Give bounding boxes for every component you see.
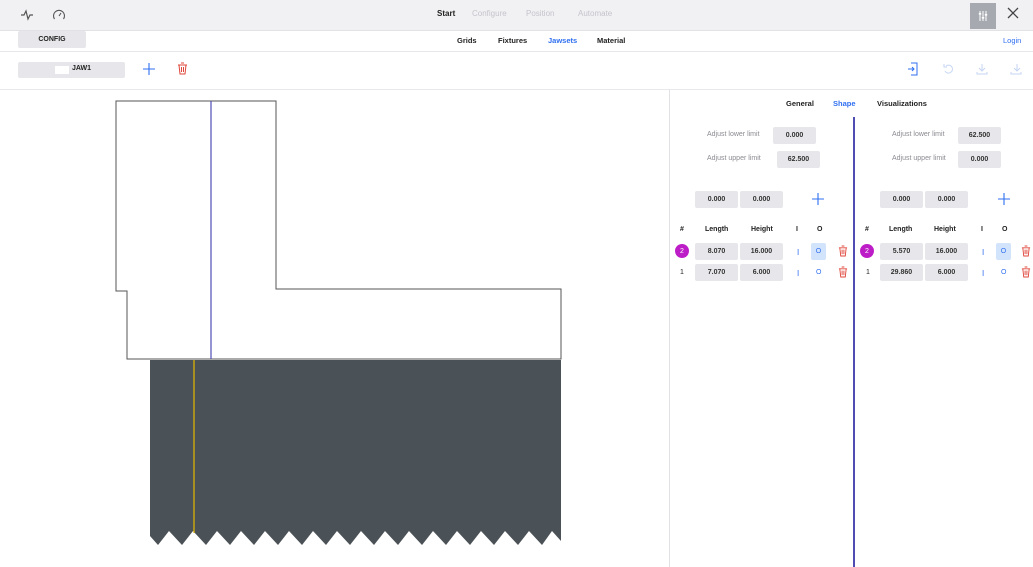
right-header-o: O [1002,226,1008,233]
jaw-name: JAW1 [72,65,92,72]
plus-icon [812,193,824,205]
left-header-height: Height [751,226,773,233]
left-row-index-badge[interactable]: 2 [675,244,689,258]
tab-shape[interactable]: Shape [833,99,856,108]
left-add-segment-button[interactable] [812,193,824,207]
left-header-index: # [680,226,684,233]
plus-icon [998,193,1010,205]
tab-grids[interactable]: Grids [457,36,477,45]
right-row-length-input[interactable]: 29.860 [880,264,923,281]
login-link[interactable]: Login [1003,36,1021,45]
left-upper-limit-input[interactable]: 62.500 [777,151,820,168]
delete-jaw-button[interactable] [177,62,188,77]
plus-icon [143,63,155,75]
trash-icon [1021,266,1031,278]
right-header-i: I [981,226,983,233]
right-row-outer-toggle[interactable]: O [996,243,1011,260]
right-new-height-input[interactable]: 0.000 [925,191,968,208]
close-button[interactable] [1006,4,1020,25]
right-header-height: Height [934,226,956,233]
panel-divider [853,117,855,567]
download-icon [976,64,988,75]
left-header-o: O [817,226,823,233]
left-row-inner-toggle[interactable]: I [797,248,799,257]
left-new-height-input[interactable]: 0.000 [740,191,783,208]
config-button[interactable]: CONFIG [18,31,86,48]
right-row-height-input[interactable]: 16.000 [925,243,968,260]
left-row-height-input[interactable]: 16.000 [740,243,783,260]
left-row-inner-toggle[interactable]: I [797,269,799,278]
left-header-i: I [796,226,798,233]
nav-automate: Automate [578,9,613,18]
right-upper-limit-input[interactable]: 0.000 [958,151,1001,168]
export-icon [1010,64,1022,75]
settings-sliders-button[interactable] [970,3,996,29]
pulse-icon[interactable] [20,8,34,24]
right-row-delete-button[interactable] [1021,266,1031,280]
tab-visualizations[interactable]: Visualizations [877,99,927,108]
right-row-inner-toggle[interactable]: I [982,248,984,257]
left-row-length-input[interactable]: 8.070 [695,243,738,260]
nav-configure: Configure [472,9,507,18]
right-add-segment-button[interactable] [998,193,1010,207]
jaw-outline [115,100,562,360]
right-header-length: Length [889,226,913,233]
left-row-delete-button[interactable] [838,245,848,259]
jaw-color-swatch [55,66,69,74]
undo-icon [943,64,953,74]
tab-jawsets[interactable]: Jawsets [548,36,577,45]
left-row-height-input[interactable]: 6.000 [740,264,783,281]
left-row-length-input[interactable]: 7.070 [695,264,738,281]
right-upper-limit-label: Adjust upper limit [892,155,946,162]
import-file-icon [908,62,918,76]
left-row-outer-toggle[interactable]: O [811,243,826,260]
left-row-outer-toggle[interactable]: O [816,269,821,276]
export-button [1010,63,1022,77]
left-lower-limit-label: Adjust lower limit [707,131,760,138]
top-bar [0,0,1033,31]
tab-material[interactable]: Material [597,36,625,45]
trash-icon [838,266,848,278]
left-new-length-input[interactable]: 0.000 [695,191,738,208]
right-row-length-input[interactable]: 5.570 [880,243,923,260]
tab-fixtures[interactable]: Fixtures [498,36,527,45]
left-upper-limit-label: Adjust upper limit [707,155,761,162]
right-row-index-badge[interactable]: 2 [860,244,874,258]
left-row-delete-button[interactable] [838,266,848,280]
sliders-icon [978,11,988,21]
right-row-outer-toggle[interactable]: O [1001,269,1006,276]
jaw-canvas[interactable] [0,90,669,567]
right-row-inner-toggle[interactable]: I [982,269,984,278]
material-block [150,360,561,545]
right-row-height-input[interactable]: 6.000 [925,264,968,281]
right-row-delete-button[interactable] [1021,245,1031,259]
left-row-index: 1 [680,269,684,276]
nav-position: Position [526,9,555,18]
right-lower-limit-label: Adjust lower limit [892,131,945,138]
undo-button [943,63,955,77]
nav-start[interactable]: Start [437,9,455,18]
tab-general[interactable]: General [786,99,814,108]
left-header-length: Length [705,226,729,233]
add-jaw-button[interactable] [143,63,155,77]
trash-icon [178,62,187,75]
right-row-index: 1 [866,269,870,276]
left-lower-limit-input[interactable]: 0.000 [773,127,816,144]
close-icon [1007,7,1019,19]
import-button[interactable] [907,62,920,78]
right-header-index: # [865,226,869,233]
gauge-icon[interactable] [52,8,66,24]
download-button [976,63,988,77]
trash-icon [1021,245,1031,257]
right-lower-limit-input[interactable]: 62.500 [958,127,1001,144]
right-new-length-input[interactable]: 0.000 [880,191,923,208]
trash-icon [838,245,848,257]
